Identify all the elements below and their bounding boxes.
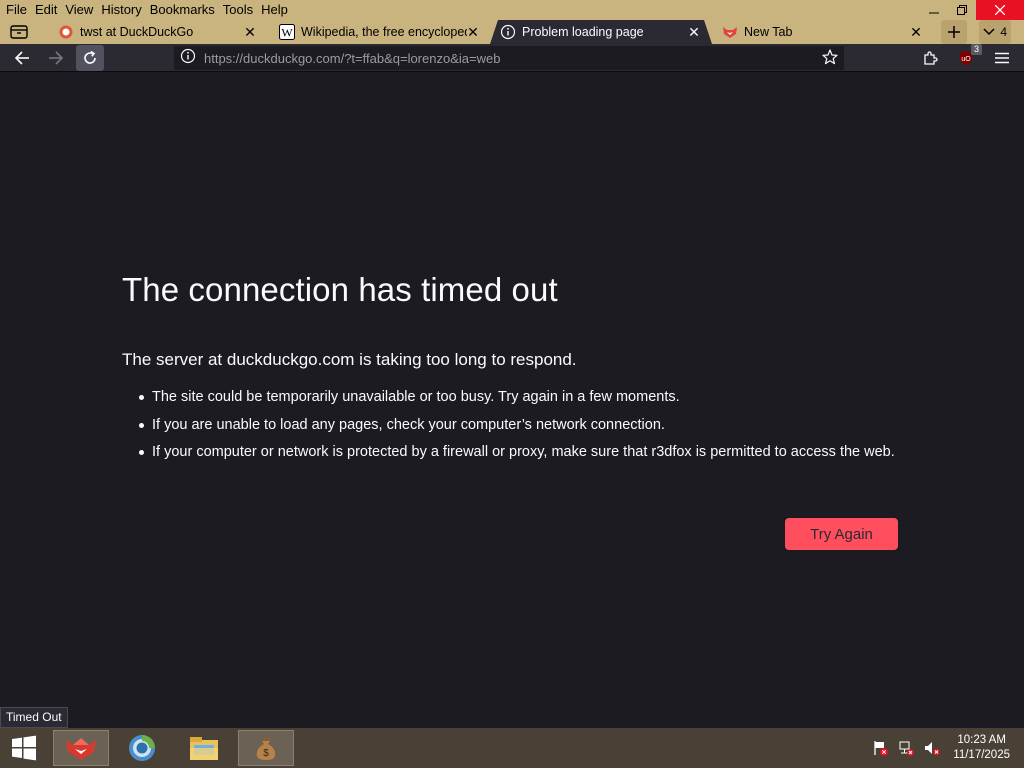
back-arrow-icon <box>14 51 29 65</box>
site-info-icon[interactable] <box>180 48 196 69</box>
svg-text:uO: uO <box>961 56 971 63</box>
menu-tools[interactable]: Tools <box>219 0 257 20</box>
plus-icon <box>948 26 960 38</box>
menu-bar: File Edit View History Bookmarks Tools H… <box>0 0 1024 20</box>
extensions-button[interactable] <box>918 46 942 70</box>
wikipedia-icon: W <box>279 24 295 40</box>
tab-count: 4 <box>1000 25 1007 39</box>
clock-time: 10:23 AM <box>957 734 1006 746</box>
minimize-icon <box>929 12 939 14</box>
minimize-button[interactable] <box>920 0 948 20</box>
action-center-flag-icon[interactable] <box>869 737 891 759</box>
suggestion-list: The site could be temporarily unavailabl… <box>139 387 902 470</box>
tab-title: twst at DuckDuckGo <box>80 25 194 39</box>
info-icon <box>500 24 516 40</box>
clock-date: 11/17/2025 <box>953 749 1010 761</box>
suggestion-item: If your computer or network is protected… <box>139 442 902 462</box>
svg-text:$: $ <box>263 748 269 759</box>
taskbar-r3dfox[interactable] <box>53 730 109 766</box>
taskbar-file-explorer[interactable] <box>176 730 232 766</box>
taskbar: $ 10:23 AM 11/17/2025 <box>0 728 1024 768</box>
svg-text:W: W <box>281 26 293 40</box>
forward-button[interactable] <box>42 45 70 71</box>
menu-file[interactable]: File <box>0 0 31 20</box>
file-explorer-icon <box>190 737 218 760</box>
menu-view[interactable]: View <box>61 0 97 20</box>
menu-help[interactable]: Help <box>257 0 292 20</box>
volume-muted-icon[interactable] <box>921 737 943 759</box>
tab-new-tab[interactable]: New Tab ✕ <box>716 20 930 44</box>
list-all-tabs-button[interactable]: 4 <box>979 20 1011 44</box>
tab-title: Wikipedia, the free encyclopedi <box>301 25 467 39</box>
suggestion-item: If you are unable to load any pages, che… <box>139 415 902 435</box>
tab-title: New Tab <box>744 25 793 39</box>
try-again-button[interactable]: Try Again <box>785 518 898 550</box>
close-tab-icon[interactable]: ✕ <box>242 24 258 40</box>
suggestion-item: The site could be temporarily unavailabl… <box>139 387 902 407</box>
tab-duckduckgo[interactable]: twst at DuckDuckGo ✕ <box>52 20 264 44</box>
error-subtitle: The server at duckduckgo.com is taking t… <box>122 350 577 369</box>
url-text: https://duckduckgo.com/?t=ffab&q=lorenzo… <box>204 50 501 66</box>
taskbar-chromium[interactable] <box>114 730 170 766</box>
network-icon[interactable] <box>895 737 917 759</box>
close-window-button[interactable] <box>976 0 1024 20</box>
r3dfox-icon <box>722 24 738 40</box>
close-tab-icon[interactable]: ✕ <box>465 24 481 40</box>
system-clock[interactable]: 10:23 AM 11/17/2025 <box>953 733 1010 763</box>
money-bag-icon: $ <box>256 738 276 760</box>
close-icon <box>995 5 1005 15</box>
restore-button[interactable] <box>948 0 976 20</box>
system-tray: 10:23 AM 11/17/2025 <box>867 728 1024 768</box>
reload-icon <box>84 50 96 64</box>
duckduckgo-icon <box>58 24 74 40</box>
forward-arrow-icon <box>49 51 64 65</box>
restore-icon <box>957 5 967 15</box>
taskbar-money-app[interactable]: $ <box>238 730 294 766</box>
tab-wikipedia[interactable]: W Wikipedia, the free encyclopedi ✕ <box>273 20 487 44</box>
r3dfox-icon <box>66 738 96 760</box>
hamburger-menu-icon <box>995 52 1009 64</box>
back-button[interactable] <box>8 45 36 71</box>
error-title: The connection has timed out <box>122 271 558 308</box>
chevron-down-icon <box>983 28 995 36</box>
app-menu-button[interactable] <box>990 46 1014 70</box>
menu-history[interactable]: History <box>97 0 145 20</box>
new-tab-button[interactable] <box>941 20 967 44</box>
tab-problem-loading[interactable]: Problem loading page ✕ <box>490 20 712 44</box>
url-bar[interactable]: https://duckduckgo.com/?t=ffab&q=lorenzo… <box>174 46 844 70</box>
start-button[interactable] <box>0 728 48 768</box>
firefox-view-button[interactable] <box>8 22 30 42</box>
chromium-icon <box>129 735 155 761</box>
close-tab-icon[interactable]: ✕ <box>908 24 924 40</box>
menu-bookmarks[interactable]: Bookmarks <box>146 0 219 20</box>
close-tab-icon[interactable]: ✕ <box>686 24 702 40</box>
status-panel: Timed Out <box>0 707 68 728</box>
tab-title: Problem loading page <box>522 25 644 39</box>
puzzle-piece-icon <box>924 51 938 65</box>
menu-edit[interactable]: Edit <box>31 0 61 20</box>
window-controls <box>920 0 1024 20</box>
reload-button[interactable] <box>76 45 104 71</box>
ublock-origin-button[interactable]: uO 3 <box>954 44 982 70</box>
navigation-bar: https://duckduckgo.com/?t=ffab&q=lorenzo… <box>0 44 1024 72</box>
error-page: The connection has timed out The server … <box>0 73 1024 728</box>
ublock-count-badge: 3 <box>970 44 982 55</box>
firefox-view-icon <box>10 25 28 39</box>
bookmark-star-icon[interactable] <box>822 49 838 70</box>
windows-logo-icon <box>12 735 36 761</box>
tab-bar: twst at DuckDuckGo ✕ W Wikipedia, the fr… <box>0 20 1024 44</box>
